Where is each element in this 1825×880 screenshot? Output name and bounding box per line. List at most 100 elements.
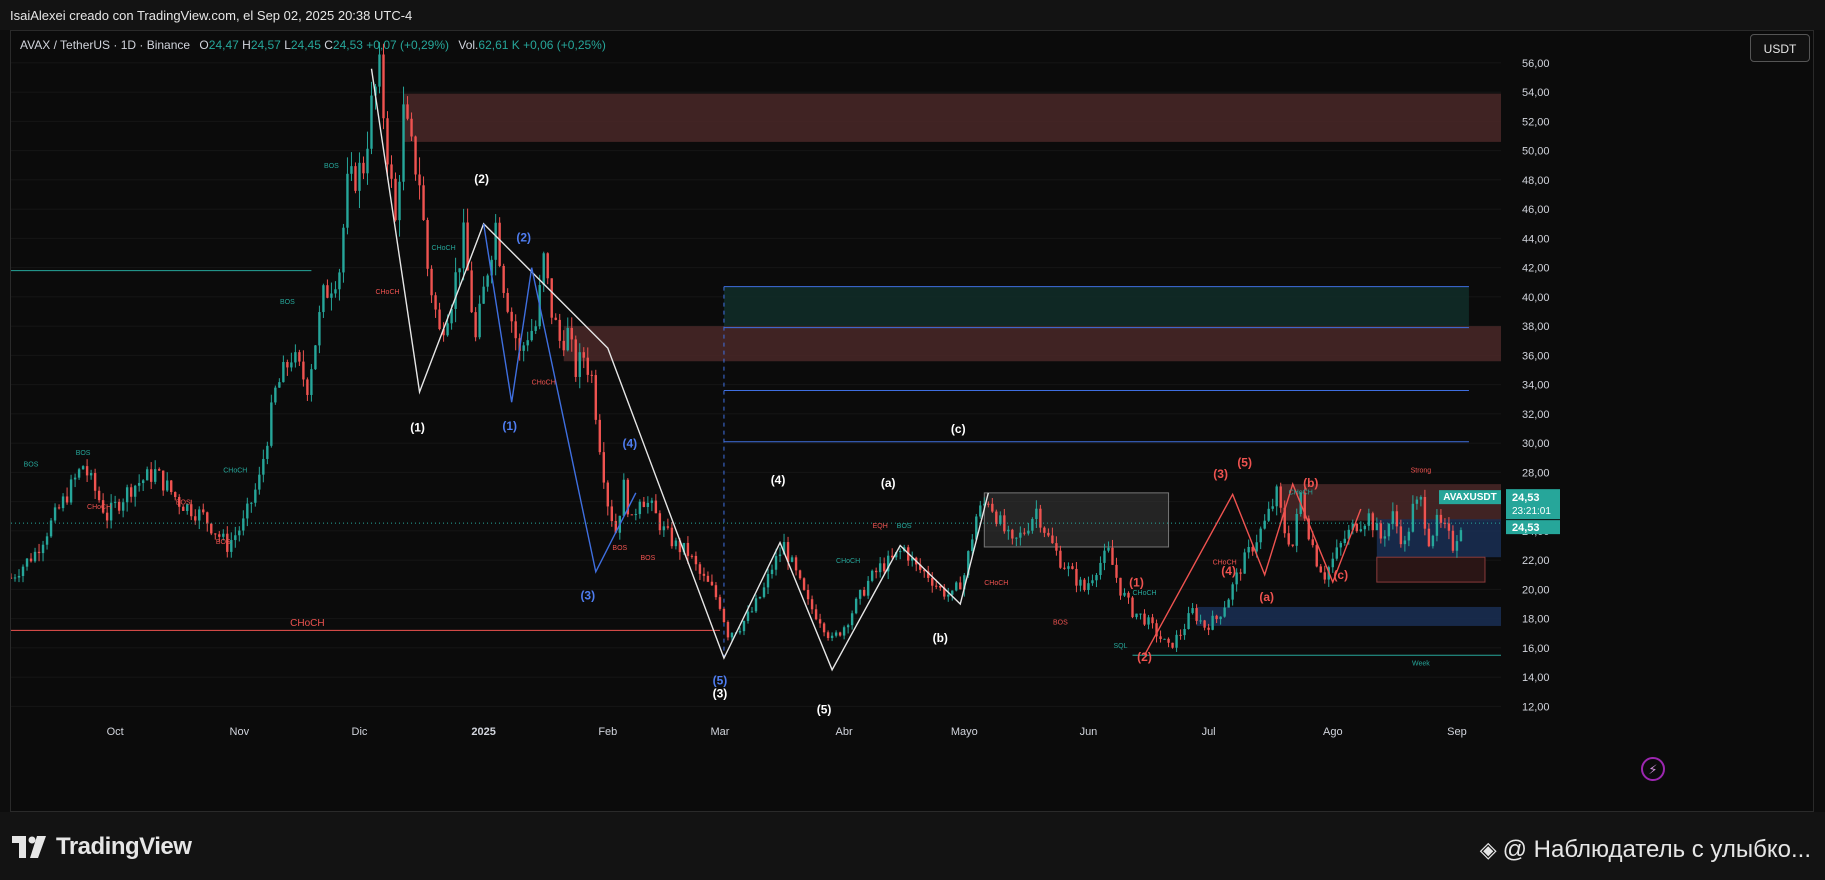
candle-body[interactable] [1431, 535, 1435, 547]
candle-body[interactable] [750, 611, 754, 613]
candle-body[interactable] [378, 54, 381, 87]
candle-body[interactable] [1287, 533, 1290, 545]
candle-body[interactable] [834, 632, 838, 636]
candle-body[interactable] [430, 268, 433, 296]
candle-body[interactable] [658, 513, 662, 531]
candle-body[interactable] [1199, 620, 1202, 622]
candle-body[interactable] [630, 514, 634, 516]
candle-body[interactable] [650, 500, 654, 503]
candle-body[interactable] [1123, 592, 1126, 596]
candle-body[interactable] [1179, 634, 1182, 636]
candle-body[interactable] [1051, 535, 1054, 544]
candle-body[interactable] [1383, 536, 1387, 539]
candle-body[interactable] [1135, 613, 1138, 618]
candle-body[interactable] [1227, 599, 1230, 608]
candle-body[interactable] [162, 470, 165, 491]
candle-body[interactable] [89, 473, 93, 476]
candle-body[interactable] [710, 581, 714, 586]
candle-body[interactable] [494, 222, 497, 260]
candle-body[interactable] [1459, 530, 1463, 542]
candle-body[interactable] [422, 185, 425, 221]
candle-body[interactable] [606, 482, 610, 507]
candle-body[interactable] [1379, 523, 1383, 539]
candle-body[interactable] [113, 501, 117, 503]
candle-body[interactable] [105, 512, 109, 521]
candle-body[interactable] [935, 585, 938, 587]
candle-body[interactable] [698, 564, 702, 574]
candle-body[interactable] [534, 326, 537, 331]
candle-body[interactable] [426, 220, 429, 269]
candle-body[interactable] [510, 311, 513, 322]
candle-body[interactable] [21, 566, 25, 576]
candle-body[interactable] [1419, 497, 1423, 500]
candle-body[interactable] [754, 598, 758, 612]
candle-body[interactable] [298, 352, 301, 362]
candle-body[interactable] [29, 558, 33, 562]
candle-body[interactable] [1031, 519, 1034, 531]
candle-body[interactable] [149, 469, 153, 482]
candle-body[interactable] [846, 625, 850, 628]
candle-body[interactable] [1387, 523, 1391, 537]
candle-body[interactable] [1195, 608, 1198, 621]
candle-body[interactable] [358, 162, 361, 191]
candle-body[interactable] [97, 490, 101, 501]
candle-body[interactable] [69, 479, 73, 503]
candle-body[interactable] [1311, 539, 1314, 546]
candle-body[interactable] [1451, 530, 1455, 551]
candle-body[interactable] [434, 295, 437, 310]
candle-body[interactable] [1143, 613, 1146, 625]
candle-body[interactable] [550, 278, 553, 318]
candle-body[interactable] [206, 512, 209, 524]
candle-body[interactable] [1115, 564, 1118, 578]
candle-body[interactable] [57, 507, 61, 509]
candle-body[interactable] [574, 339, 577, 377]
candle-body[interactable] [1363, 525, 1367, 530]
candle-body[interactable] [582, 352, 585, 358]
candle-body[interactable] [242, 518, 245, 531]
candle-body[interactable] [854, 598, 858, 614]
candle-body[interactable] [1019, 532, 1022, 538]
candle-body[interactable] [762, 587, 766, 597]
candle-body[interactable] [1039, 508, 1042, 528]
candle-body[interactable] [1355, 523, 1359, 532]
candle-body[interactable] [931, 577, 934, 586]
candle-body[interactable] [125, 487, 129, 503]
candle-body[interactable] [250, 502, 253, 504]
candle-body[interactable] [254, 489, 257, 503]
candle-body[interactable] [514, 321, 517, 339]
candle-body[interactable] [1091, 580, 1094, 584]
candle-body[interactable] [1035, 508, 1038, 520]
candle-body[interactable] [153, 469, 157, 482]
candle-body[interactable] [838, 632, 842, 636]
candle-body[interactable] [622, 479, 626, 516]
candle-body[interactable] [959, 582, 962, 590]
candle-body[interactable] [1291, 544, 1294, 546]
candle-body[interactable] [141, 480, 145, 484]
candle-body[interactable] [702, 573, 706, 576]
candle-body[interactable] [522, 345, 525, 351]
candle-body[interactable] [874, 570, 878, 573]
candle-body[interactable] [338, 272, 341, 290]
candle-body[interactable] [1103, 550, 1106, 563]
candle-body[interactable] [598, 419, 601, 453]
candle-body[interactable] [1027, 530, 1030, 534]
candle-body[interactable] [554, 317, 557, 320]
candle-body[interactable] [1191, 608, 1194, 614]
candle-body[interactable] [1063, 567, 1066, 569]
candle-body[interactable] [1335, 547, 1338, 559]
candle-body[interactable] [370, 95, 373, 149]
candle-body[interactable] [1279, 486, 1282, 508]
candle-body[interactable] [410, 118, 413, 137]
candle-body[interactable] [25, 558, 29, 567]
candle-body[interactable] [858, 589, 862, 599]
candle-body[interactable] [41, 544, 45, 554]
candle-body[interactable] [506, 292, 509, 312]
candle-body[interactable] [482, 286, 485, 304]
candle-body[interactable] [438, 309, 441, 330]
candle-body[interactable] [951, 590, 954, 595]
candle-body[interactable] [634, 514, 638, 516]
candle-body[interactable] [210, 523, 213, 534]
candle-body[interactable] [462, 222, 465, 269]
candle-body[interactable] [1343, 538, 1346, 543]
candle-body[interactable] [722, 608, 726, 623]
